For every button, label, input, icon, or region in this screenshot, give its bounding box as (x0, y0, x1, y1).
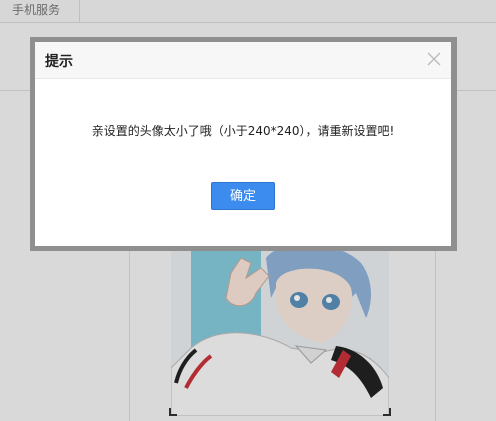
close-icon[interactable] (427, 51, 441, 66)
dialog-header: 提示 (35, 42, 451, 79)
dialog-message: 亲设置的头像太小了哦（小于240*240），请重新设置吧! (91, 124, 395, 138)
confirm-button[interactable]: 确定 (211, 182, 275, 210)
dialog-title: 提示 (45, 54, 73, 70)
alert-dialog: 提示 亲设置的头像太小了哦（小于240*240），请重新设置吧! 确定 (35, 42, 451, 246)
